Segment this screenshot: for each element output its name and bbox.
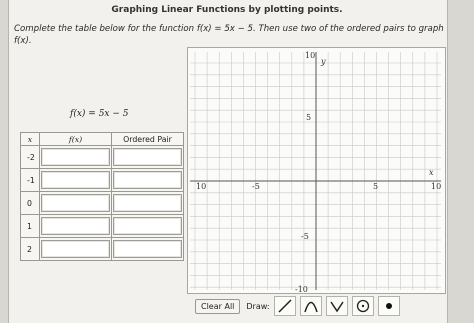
clear-all-button[interactable]: Clear All — [195, 298, 241, 314]
page-title: Graphing Linear Functions by plotting po… — [111, 5, 343, 15]
x-tick-5: 5 — [373, 182, 378, 191]
fx-input[interactable] — [41, 148, 110, 166]
x-value: 1 — [20, 214, 40, 238]
instructions-line-1: Complete the table below for the functio… — [14, 24, 444, 34]
ordered-pair-input[interactable] — [113, 217, 182, 235]
header-ordered-pair: Ordered Pair — [111, 132, 184, 146]
parabola-tool-icon[interactable] — [299, 296, 322, 316]
fx-cell — [39, 237, 112, 261]
pair-cell — [111, 214, 184, 238]
instructions-line-2: f(x). — [14, 36, 32, 46]
y-tick-neg10: -10 — [295, 285, 308, 293]
table-row: -2 — [20, 145, 184, 169]
pair-cell — [111, 168, 184, 192]
fx-cell — [39, 214, 112, 238]
ordered-pair-input[interactable] — [113, 240, 182, 258]
x-value: -1 — [20, 168, 40, 192]
pair-cell — [111, 191, 184, 215]
instructions: Complete the table below for the functio… — [14, 23, 444, 47]
pair-cell — [111, 237, 184, 261]
drawing-toolbar: Clear All Draw: — [195, 296, 400, 316]
fx-cell — [39, 145, 112, 169]
x-value: 2 — [20, 237, 40, 261]
table-row: -1 — [20, 168, 184, 192]
pair-cell — [111, 145, 184, 169]
function-caption: f(x) = 5x − 5 — [70, 109, 129, 119]
fx-input[interactable] — [41, 171, 110, 189]
header-x: x — [20, 132, 40, 146]
x-tick-neg10: 10 — [196, 182, 206, 191]
fx-input[interactable] — [41, 217, 110, 235]
line-tool-icon[interactable] — [273, 296, 296, 316]
fx-cell — [39, 168, 112, 192]
draw-label: Draw: — [246, 301, 270, 311]
ordered-pair-input[interactable] — [113, 171, 182, 189]
absolute-value-tool-icon[interactable] — [325, 296, 348, 316]
point-tool-icon[interactable] — [377, 296, 400, 316]
values-table: x f(x) Ordered Pair -2 -1 0 1 2 — [20, 132, 184, 261]
graph-canvas[interactable]: 10 -5 5 10 10 5 -5 -10 x y — [187, 47, 446, 300]
circle-tool-icon[interactable] — [351, 296, 374, 316]
x-tick-neg5: -5 — [252, 182, 260, 191]
ordered-pair-input[interactable] — [113, 148, 182, 166]
y-axis-label: y — [320, 57, 326, 66]
x-value: 0 — [20, 191, 40, 215]
fx-input[interactable] — [41, 240, 110, 258]
y-tick-5: 5 — [306, 113, 311, 122]
table-row: 0 — [20, 191, 184, 215]
ordered-pair-input[interactable] — [113, 194, 182, 212]
y-tick-neg5: -5 — [301, 232, 309, 241]
header-fx: f(x) — [39, 132, 112, 146]
x-value: -2 — [20, 145, 40, 169]
table-row: 1 — [20, 214, 184, 238]
x-axis-label: x — [429, 168, 434, 177]
axes — [190, 52, 441, 290]
x-tick-10: 10 — [431, 182, 441, 191]
y-tick-10: 10 — [305, 51, 315, 60]
table-row: 2 — [20, 237, 184, 261]
fx-cell — [39, 191, 112, 215]
fx-input[interactable] — [41, 194, 110, 212]
